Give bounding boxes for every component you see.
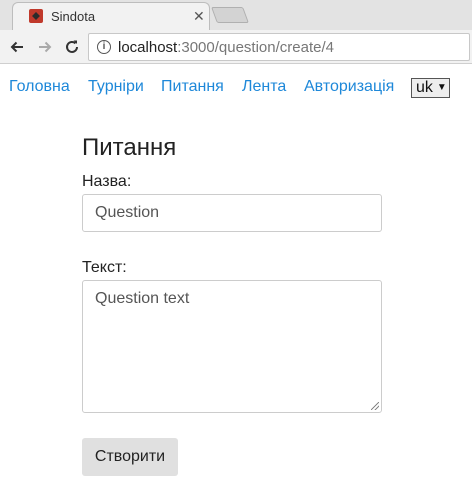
language-select[interactable]: uk ▼ <box>411 78 450 98</box>
name-label: Назва: <box>82 173 132 190</box>
back-arrow-icon[interactable] <box>7 37 27 57</box>
forward-arrow-icon[interactable] <box>35 37 55 57</box>
dropdown-arrow-icon: ▼ <box>436 82 447 93</box>
tab-title: Sindota <box>51 9 96 24</box>
site-navbar: Головна Турніри Питання Лента Авторизаці… <box>0 64 472 112</box>
new-tab-button[interactable] <box>211 7 249 23</box>
nav-link-questions[interactable]: Питання <box>161 78 224 96</box>
nav-link-home[interactable]: Головна <box>9 78 70 96</box>
textarea-placeholder: Question text <box>95 290 190 307</box>
page-title: Питання <box>82 134 177 161</box>
browser-tab[interactable]: Sindota ✕ <box>12 2 210 30</box>
address-bar[interactable]: i localhost:3000/question/create/4 <box>88 33 470 61</box>
create-button[interactable]: Створити <box>82 438 178 476</box>
tab-close-icon[interactable]: ✕ <box>193 8 205 24</box>
site-favicon-icon <box>29 9 43 23</box>
nav-link-login[interactable]: Авторизація <box>304 78 394 96</box>
resize-handle-icon[interactable] <box>371 402 379 410</box>
info-icon[interactable]: i <box>97 40 111 54</box>
name-input[interactable]: Question <box>82 194 382 232</box>
url-text: localhost:3000/question/create/4 <box>118 39 334 56</box>
nav-link-tournaments[interactable]: Турніри <box>88 78 144 96</box>
language-value: uk <box>416 79 433 96</box>
text-label: Текст: <box>82 259 127 276</box>
nav-link-feed[interactable]: Лента <box>242 78 286 96</box>
browser-tab-strip: Sindota ✕ <box>0 0 472 30</box>
text-textarea[interactable]: Question text <box>82 280 382 413</box>
reload-icon[interactable] <box>62 37 82 57</box>
browser-toolbar: i localhost:3000/question/create/4 <box>0 30 472 64</box>
